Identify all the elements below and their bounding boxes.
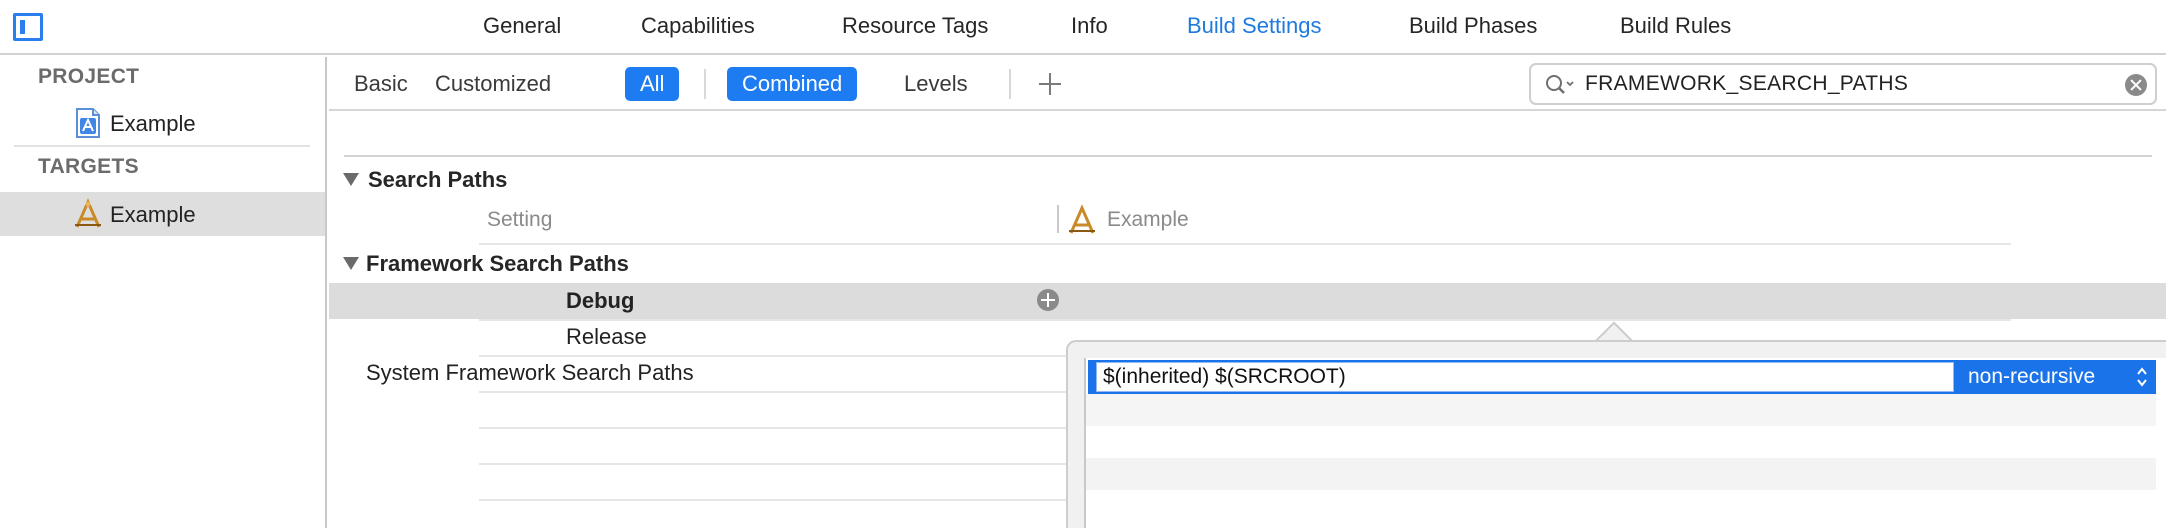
recursion-select[interactable]: non-recursive bbox=[1958, 360, 2156, 394]
navigator-item-label: Example bbox=[110, 202, 196, 227]
tab-general[interactable]: General bbox=[483, 13, 561, 39]
list-row[interactable] bbox=[1086, 458, 2156, 490]
project-file-icon bbox=[76, 108, 100, 138]
editor-tab-bar: General Capabilities Resource Tags Info … bbox=[0, 0, 2166, 55]
filter-divider bbox=[704, 69, 706, 99]
navigator-item-label: Example bbox=[110, 111, 196, 136]
tab-build-phases[interactable]: Build Phases bbox=[1409, 13, 1537, 39]
section-divider bbox=[344, 155, 2152, 157]
path-value-field[interactable]: $(inherited) $(SRCROOT) bbox=[1096, 362, 1954, 392]
add-icon[interactable] bbox=[1033, 67, 1067, 101]
column-header-setting: Setting bbox=[487, 208, 553, 231]
navigator-item-project[interactable]: Example bbox=[0, 101, 325, 145]
navigator-divider bbox=[14, 145, 310, 147]
selected-path-row[interactable]: $(inherited) $(SRCROOT) non-recursive bbox=[1088, 360, 2156, 394]
tab-resource-tags[interactable]: Resource Tags bbox=[842, 13, 988, 39]
row-divider bbox=[479, 319, 2011, 321]
search-input[interactable] bbox=[1585, 69, 2105, 99]
search-field[interactable] bbox=[1529, 63, 2157, 105]
column-divider bbox=[1057, 205, 1059, 233]
view-levels-button[interactable]: Levels bbox=[889, 67, 983, 101]
sidebar-toggle-icon[interactable] bbox=[13, 13, 43, 41]
configuration-debug[interactable]: Debug bbox=[566, 288, 634, 314]
view-combined-button[interactable]: Combined bbox=[727, 67, 858, 101]
recursion-value: non-recursive bbox=[1968, 365, 2096, 388]
navigator-item-target[interactable]: Example bbox=[0, 192, 325, 236]
disclosure-triangle-icon[interactable] bbox=[343, 257, 359, 270]
column-header-target: Example bbox=[1107, 208, 1189, 231]
configuration-release[interactable]: Release bbox=[566, 324, 647, 350]
search-icon[interactable] bbox=[1543, 72, 1577, 98]
clear-search-icon[interactable] bbox=[2125, 74, 2147, 96]
list-row[interactable] bbox=[1086, 426, 2156, 458]
add-condition-icon[interactable] bbox=[1037, 289, 1059, 311]
app-target-icon bbox=[1069, 204, 1095, 234]
project-section-header: PROJECT bbox=[38, 65, 140, 88]
build-settings-filter-bar: Basic Customized All Combined Levels bbox=[329, 57, 2166, 111]
tab-build-settings[interactable]: Build Settings bbox=[1187, 13, 1322, 39]
filter-all-button[interactable]: All bbox=[625, 67, 680, 101]
group-title-search-paths: Search Paths bbox=[368, 167, 508, 192]
list-row[interactable] bbox=[1086, 490, 2156, 522]
search-paths-popover: $(inherited) $(SRCROOT) non-recursive bbox=[1066, 340, 2166, 528]
filter-divider bbox=[1009, 69, 1011, 99]
row-divider bbox=[479, 243, 2011, 245]
setting-framework-search-paths[interactable]: Framework Search Paths bbox=[366, 251, 629, 277]
filter-customized-button[interactable]: Customized bbox=[420, 67, 566, 101]
tab-capabilities[interactable]: Capabilities bbox=[641, 13, 755, 39]
tab-build-rules[interactable]: Build Rules bbox=[1620, 13, 1731, 39]
app-target-icon bbox=[75, 198, 101, 228]
search-paths-list: $(inherited) $(SRCROOT) non-recursive bbox=[1084, 358, 2166, 528]
disclosure-triangle-icon[interactable] bbox=[343, 173, 359, 186]
project-navigator: PROJECT Example TARGETS Example bbox=[0, 57, 327, 528]
setting-system-framework-search-paths[interactable]: System Framework Search Paths bbox=[366, 360, 694, 386]
updown-arrows-icon bbox=[2137, 367, 2147, 387]
tab-info[interactable]: Info bbox=[1071, 13, 1108, 39]
list-row[interactable] bbox=[1086, 394, 2156, 426]
targets-section-header: TARGETS bbox=[38, 155, 139, 178]
filter-basic-button[interactable]: Basic bbox=[339, 67, 423, 101]
